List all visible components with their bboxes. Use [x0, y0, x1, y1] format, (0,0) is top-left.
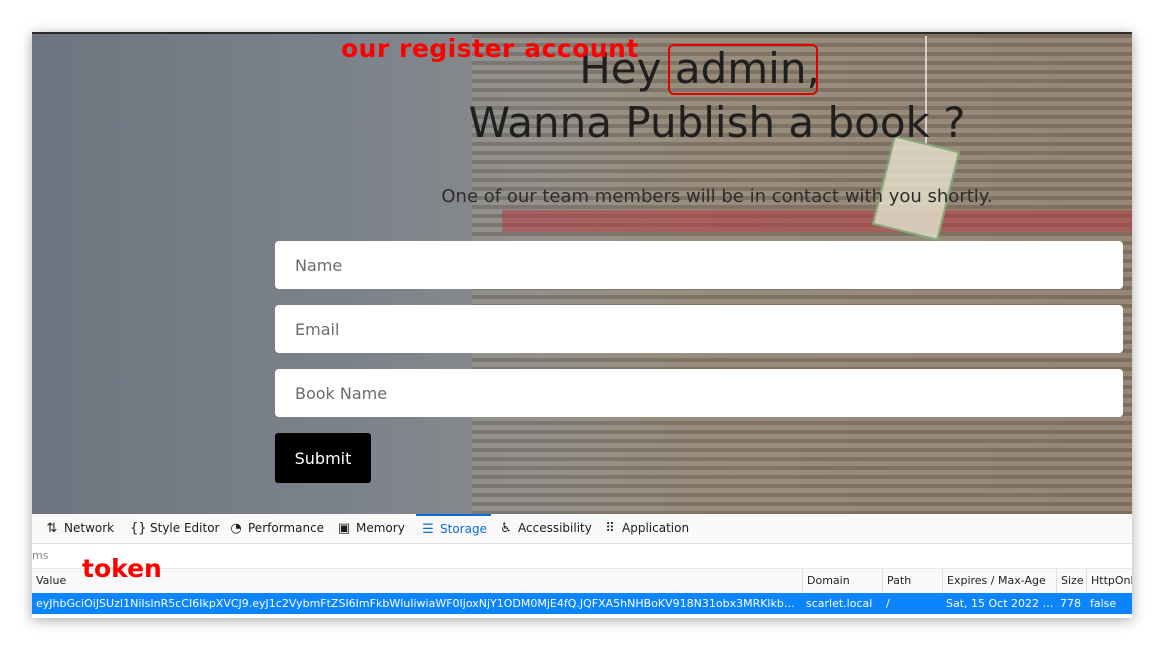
tab-performance[interactable]: ◔ Performance	[228, 514, 324, 543]
cell-httponly: false	[1090, 597, 1117, 610]
column-expires[interactable]: Expires / Max-Age	[942, 569, 1056, 593]
style-editor-icon: {}	[130, 521, 147, 536]
tab-label: Network	[64, 521, 115, 535]
cell-value: eyJhbGciOiJSUzI1NiIsInR5cCI6IkpXVCJ9.eyJ…	[36, 597, 800, 610]
cell-domain: scarlet.local	[806, 597, 873, 610]
performance-icon: ◔	[230, 521, 242, 536]
hero-subtitle: One of our team members will be in conta…	[441, 186, 993, 207]
tab-storage[interactable]: ☰ Storage	[416, 514, 491, 543]
cell-expires: Sat, 15 Oct 2022 23…	[946, 597, 1056, 610]
memory-icon: ▣	[337, 521, 351, 536]
annotation-token: token	[82, 554, 162, 583]
submit-button[interactable]: Submit	[275, 433, 371, 483]
annotation-highlight-box	[668, 44, 818, 95]
tab-label: Memory	[356, 521, 405, 535]
cookie-table-header: Value Domain Path Expires / Max-Age Size…	[32, 568, 1132, 594]
browser-frame: Hey admin, Wanna Publish a book ? One of…	[32, 32, 1132, 618]
email-input[interactable]	[275, 305, 1123, 353]
name-input[interactable]	[275, 241, 1123, 289]
devtools-panel: ⇅ Network {} Style Editor ◔ Performance ▣ Me…	[32, 514, 1132, 618]
tab-application[interactable]: ⠿ Application	[602, 514, 689, 543]
devtools-tabbar: ⇅ Network {} Style Editor ◔ Performance ▣ Me…	[32, 514, 1132, 544]
book-name-input[interactable]	[275, 369, 1123, 417]
column-size[interactable]: Size	[1056, 569, 1086, 593]
column-path[interactable]: Path	[882, 569, 942, 593]
annotation-register-account: our register account	[341, 34, 639, 63]
tab-accessibility[interactable]: ♿ Accessibility	[498, 514, 592, 543]
tab-style-editor[interactable]: {} Style Editor	[130, 514, 219, 543]
storage-filter-text[interactable]: ms	[32, 544, 1132, 568]
storage-icon: ☰	[422, 522, 434, 537]
table-row[interactable]: eyJhbGciOiJSUzI1NiIsInR5cCI6IkpXVCJ9.eyJ…	[32, 593, 1132, 614]
hero-headline: Wanna Publish a book ?	[468, 98, 966, 147]
tab-label: Application	[622, 521, 690, 535]
accessibility-icon: ♿	[500, 521, 512, 536]
tab-label: Accessibility	[518, 521, 592, 535]
cell-path: /	[886, 597, 890, 610]
tab-memory[interactable]: ▣ Memory	[336, 514, 405, 543]
cell-size: 778	[1060, 597, 1081, 610]
tab-label: Style Editor	[150, 521, 220, 535]
tab-label: Storage	[440, 522, 487, 536]
column-domain[interactable]: Domain	[802, 569, 882, 593]
tab-label: Performance	[248, 521, 325, 535]
tab-network[interactable]: ⇅ Network	[44, 514, 115, 543]
book-spine-decoration	[502, 210, 1132, 232]
column-httponly[interactable]: HttpOnly	[1086, 569, 1132, 593]
application-icon: ⠿	[605, 521, 615, 536]
network-icon: ⇅	[46, 521, 58, 536]
web-page: Hey admin, Wanna Publish a book ? One of…	[32, 34, 1132, 514]
